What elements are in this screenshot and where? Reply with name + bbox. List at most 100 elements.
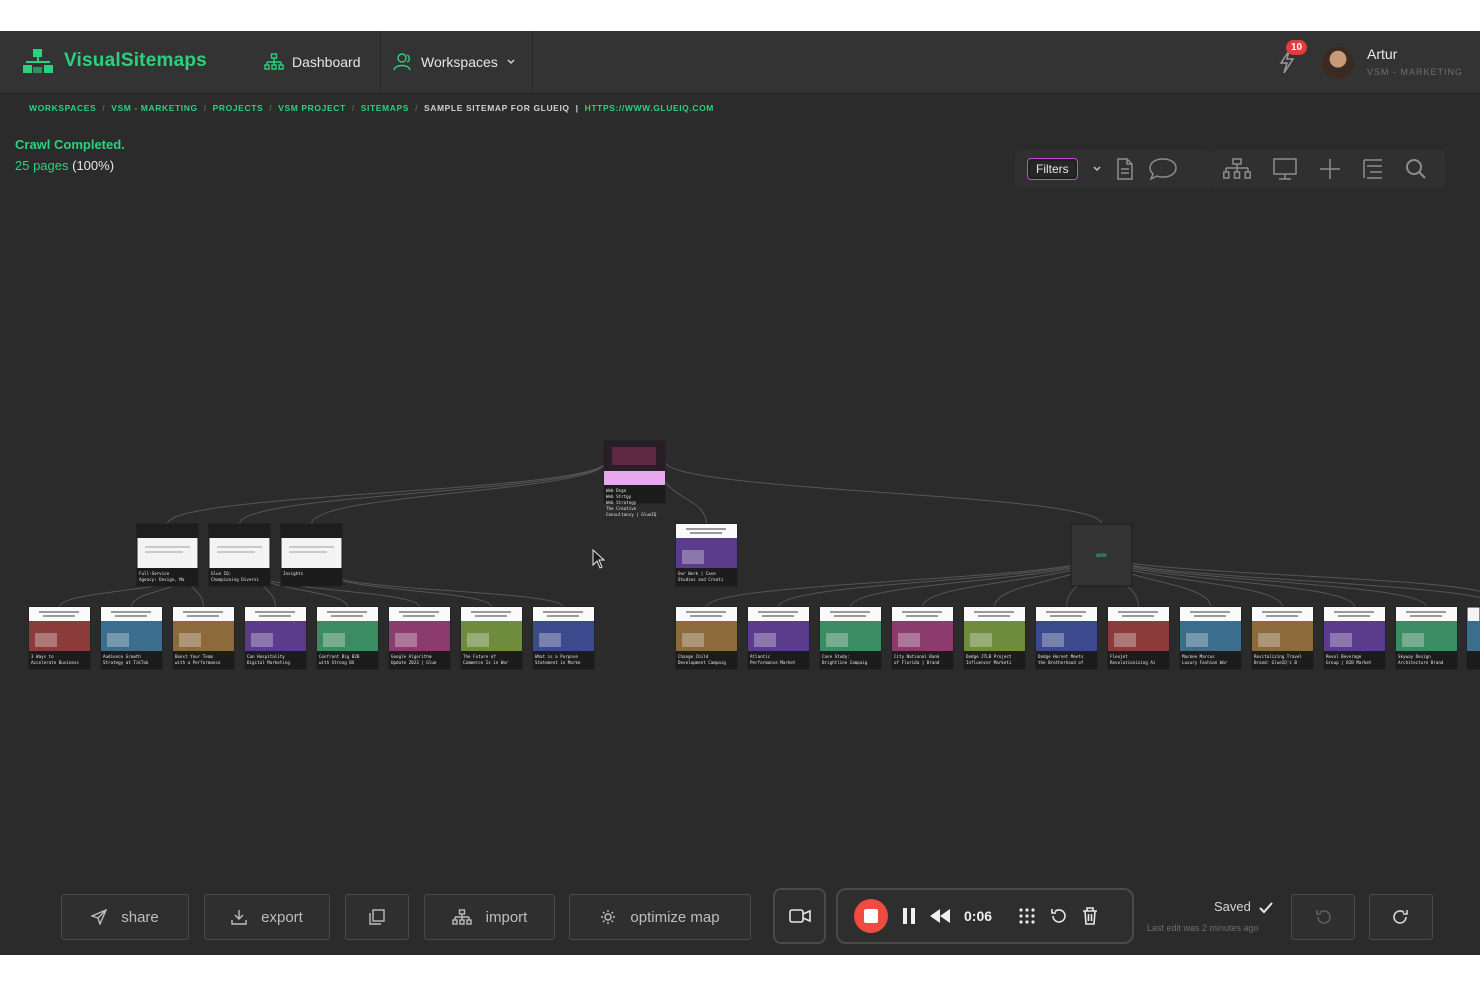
sitemap-leaf-node[interactable]: Mackee MarcusLuxury Fashion Wor	[1179, 606, 1242, 670]
view-toolbar: Filters	[1015, 150, 1212, 188]
filters-button[interactable]: Filters	[1027, 158, 1078, 180]
breadcrumb-vsm-marketing[interactable]: VSM - MARKETING	[111, 103, 197, 113]
node-label: Studies and Creati	[678, 577, 724, 582]
share-button[interactable]: share	[61, 894, 189, 940]
sitemap-toolbar	[1211, 150, 1445, 188]
save-status-label: Saved	[1214, 899, 1251, 914]
stop-recording-button[interactable]	[854, 899, 888, 933]
optimize-map-label: optimize map	[630, 908, 720, 926]
sitemap-node[interactable]: Insights	[280, 523, 343, 587]
add-node-icon[interactable]	[1319, 158, 1341, 180]
sitemap-node[interactable]: Our Work | CaseStudies and Creati	[675, 523, 738, 587]
sitemap-leaf-node[interactable]: City National Bankof Florida | Brand	[891, 606, 954, 670]
crawl-progress: 25 pages (100%)	[15, 158, 114, 173]
sitemap-leaf-node[interactable]: Revitalizing TravelBrand: GlueIQ's B	[1251, 606, 1314, 670]
sitemap-leaf-node[interactable]: Dodge JTLB ProjectInfluencer Marketi	[963, 606, 1026, 670]
share-label: share	[121, 908, 159, 926]
sitemap-leaf-node[interactable]: Google AlgorithmUpdate 2023 | Glue	[388, 606, 451, 670]
sitemap-leaf-node[interactable]: Boost Your Teamwith a Performance	[172, 606, 235, 670]
chevron-down-icon	[506, 58, 516, 66]
rewind-icon[interactable]	[930, 909, 950, 923]
node-label: Architecture Brand	[1398, 660, 1444, 665]
sitemap-leaf-node[interactable]: Change ChildDevelopment Campaig	[675, 606, 738, 670]
users-icon	[393, 53, 413, 71]
search-icon[interactable]	[1405, 158, 1427, 180]
chevron-down-icon[interactable]	[1092, 165, 1102, 173]
restart-icon[interactable]	[1050, 907, 1068, 925]
list-view-icon[interactable]	[1363, 158, 1383, 180]
node-label: Audience Growth	[103, 654, 141, 659]
sitemap-leaf-node[interactable]: The Future ofCommerce Is in Wor	[460, 606, 523, 670]
user-name[interactable]: Artur	[1367, 46, 1397, 62]
node-label: Group | B2B Market	[1326, 660, 1372, 665]
export-button[interactable]: export	[204, 894, 330, 940]
nav-dashboard[interactable]: Dashboard	[264, 31, 361, 93]
node-label: Consultancy | GlueIQ	[606, 512, 657, 517]
sitemap-node[interactable]: Full-ServiceAgency: Design, Ma	[136, 523, 199, 587]
app-logo[interactable]: VisualSitemaps	[22, 48, 207, 74]
sitemap-leaf-node[interactable]: Revol BeverageGroup | B2B Market	[1323, 606, 1386, 670]
node-label: Dodge Hornet Meets	[1038, 654, 1084, 659]
sitemap-leaf-node[interactable]: Confront Big B2Bwith Strong BX	[316, 606, 379, 670]
node-label: Agency: Design, Ma	[139, 577, 185, 582]
document-icon[interactable]	[1116, 158, 1134, 180]
breadcrumb-site-url[interactable]: HTTPS://WWW.GLUEIQ.COM	[585, 103, 714, 113]
sitemap-node-work[interactable]: WORK	[1070, 523, 1133, 587]
check-icon	[1258, 901, 1273, 914]
redo-button[interactable]	[1369, 894, 1433, 940]
video-camera-icon	[788, 908, 811, 924]
sitemap-leaf-node[interactable]: Dodge Hornet Meetsthe Brotherhood of	[1035, 606, 1098, 670]
node-label: Can Hospitality	[247, 654, 285, 659]
breadcrumb-projects[interactable]: PROJECTS	[213, 103, 264, 113]
nav-workspaces[interactable]: Workspaces	[380, 31, 533, 93]
comment-icon[interactable]	[1148, 157, 1178, 181]
node-label: The Future of	[463, 654, 496, 659]
node-label: Glue IQ:	[211, 571, 231, 576]
undo-icon	[1314, 908, 1332, 926]
screenshot-view-icon[interactable]	[1273, 158, 1297, 180]
last-edit-text: Last edit was 2 minutes ago	[1147, 923, 1259, 933]
sitemap-leaf-node[interactable]: Can HospitalityDigital Marketing	[244, 606, 307, 670]
node-label: Update 2023 | Glue	[391, 660, 437, 665]
sitemap-leaf-node[interactable]: What is a PurposeStatement in Marke	[532, 606, 595, 670]
export-label: export	[261, 908, 303, 926]
node-label: WORK	[1096, 553, 1107, 559]
breadcrumb-vsm-project[interactable]: VSM PROJECT	[278, 103, 346, 113]
trash-icon[interactable]	[1082, 907, 1098, 925]
node-label: Revol Beverage	[1326, 654, 1362, 659]
app-name: VisualSitemaps	[64, 50, 207, 71]
import-button[interactable]: import	[424, 894, 555, 940]
node-label: of Florida | Brand	[894, 660, 940, 665]
node-label: Strategy at TikTok	[103, 660, 149, 665]
duplicate-button[interactable]	[345, 894, 409, 940]
sitemap-layout-icon[interactable]	[1223, 158, 1251, 180]
sitemap-leaf-node-partial[interactable]	[1466, 606, 1480, 670]
hierarchy-icon	[451, 908, 472, 926]
breadcrumb-workspaces[interactable]: WORKSPACES	[29, 103, 96, 113]
node-label: Web Strategy	[606, 500, 637, 505]
breadcrumb-sitemaps[interactable]: SITEMAPS	[361, 103, 409, 113]
pause-icon[interactable]	[902, 908, 916, 924]
camera-toggle-button[interactable]	[773, 888, 826, 944]
node-label: with Strong BX	[319, 660, 355, 665]
grid-icon[interactable]	[1018, 907, 1036, 925]
sitemap-leaf-node[interactable]: 3 Ways toAccelerate Business	[28, 606, 91, 670]
node-label: Development Campaig	[678, 660, 726, 665]
crawl-status: Crawl Completed.	[15, 137, 125, 152]
user-avatar[interactable]	[1322, 47, 1354, 79]
node-label: Revolutionizing Ai	[1110, 660, 1156, 665]
undo-button[interactable]	[1291, 894, 1355, 940]
sitemap-node[interactable]: Glue IQ:Championing Diversi	[208, 523, 271, 587]
sitemap-leaf-node[interactable]: Case Study:Brightline Campaig	[819, 606, 882, 670]
node-label: Commerce Is in Wor	[463, 660, 509, 665]
sitemap-leaf-node[interactable]: Skyway DesignArchitecture Brand	[1395, 606, 1458, 670]
node-label: Insights	[283, 571, 304, 576]
sitemap-leaf-node[interactable]: Audience GrowthStrategy at TikTok	[100, 606, 163, 670]
node-label: Confront Big B2B	[319, 654, 360, 659]
gear-icon	[600, 909, 616, 925]
sitemap-leaf-node[interactable]: FlexjetRevolutionizing Ai	[1107, 606, 1170, 670]
hierarchy-icon	[264, 53, 284, 71]
optimize-map-button[interactable]: optimize map	[569, 894, 751, 940]
sitemap-root-node[interactable]: Web DsgnWeb StrtgyWeb StrategyThe Creati…	[603, 440, 666, 517]
sitemap-leaf-node[interactable]: AtlanticPerformance Market	[747, 606, 810, 670]
